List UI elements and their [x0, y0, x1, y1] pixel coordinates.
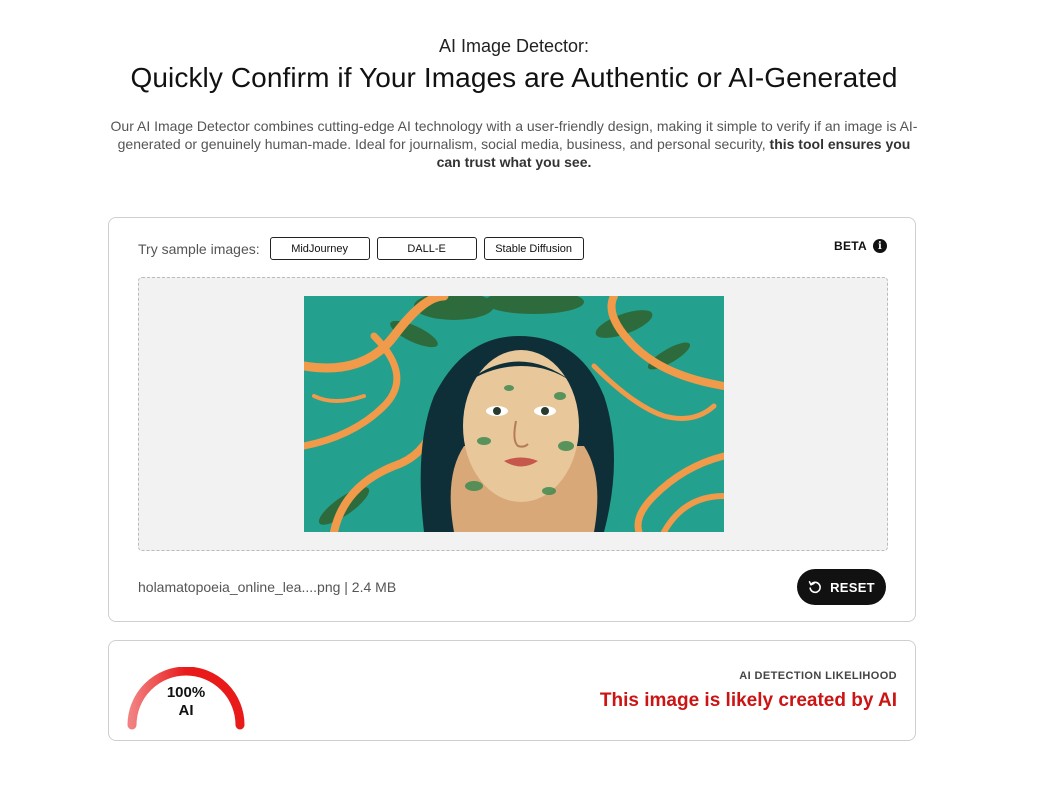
sample-midjourney-button[interactable]: MidJourney — [269, 237, 370, 260]
sample-images-row: Try sample images: MidJourney DALL-E Sta… — [138, 237, 591, 260]
page-title: Quickly Confirm if Your Images are Authe… — [130, 62, 898, 93]
reset-button[interactable]: RESET — [797, 569, 886, 605]
info-icon[interactable]: i — [873, 239, 887, 253]
upload-card: Try sample images: MidJourney DALL-E Sta… — [108, 217, 916, 622]
beta-label: BETA — [834, 239, 867, 253]
reset-label: RESET — [830, 579, 875, 595]
uploaded-image-preview — [304, 296, 724, 532]
page-eyebrow: AI Image Detector: — [438, 36, 590, 56]
gauge-percent: 100% — [166, 684, 206, 701]
beta-badge: BETA i — [834, 239, 887, 253]
result-card: 100% AI AI DETECTION LIKELIHOOD This ima… — [108, 640, 916, 741]
likelihood-label: AI DETECTION LIKELIHOOD — [739, 670, 897, 682]
portrait-illustration — [304, 296, 724, 532]
file-info: holamatopoeia_online_lea....png | 2.4 MB — [138, 579, 397, 595]
gauge-value: 100% AI — [124, 684, 248, 720]
sample-dall-e-button[interactable]: DALL-E — [376, 237, 477, 260]
gauge-unit: AI — [178, 702, 194, 719]
sample-images-label: Try sample images: — [138, 240, 260, 257]
verdict-text: This image is likely created by AI — [599, 690, 897, 711]
sample-stable-diffusion-button[interactable]: Stable Diffusion — [483, 237, 584, 260]
reset-icon — [808, 580, 822, 594]
image-dropzone[interactable] — [138, 277, 888, 551]
page-description: Our AI Image Detector combines cutting-e… — [110, 117, 918, 171]
